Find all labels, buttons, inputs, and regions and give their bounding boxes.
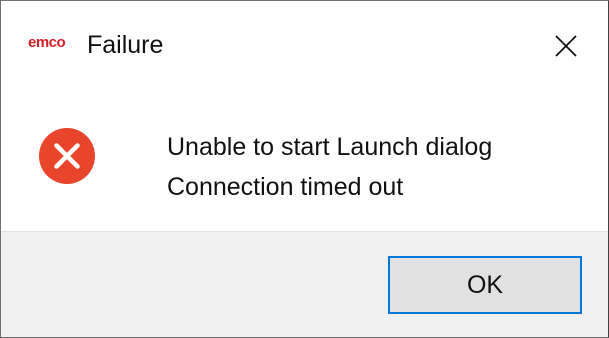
message-line-2: Connection timed out bbox=[167, 173, 404, 201]
message-line-1: Unable to start Launch dialog bbox=[167, 133, 493, 161]
dialog-title: Failure bbox=[87, 31, 164, 59]
error-message: Unable to start Launch dialog Connection… bbox=[167, 127, 492, 207]
emco-logo: emco bbox=[28, 34, 66, 51]
close-icon bbox=[555, 35, 577, 57]
failure-dialog: emco Failure Unable to start Launch dial… bbox=[0, 0, 609, 338]
ok-button[interactable]: OK bbox=[388, 256, 582, 314]
close-button[interactable] bbox=[541, 21, 591, 71]
error-icon bbox=[39, 128, 95, 184]
dialog-content: Unable to start Launch dialog Connection… bbox=[1, 97, 608, 231]
button-bar: OK bbox=[1, 231, 608, 337]
title-bar: emco Failure bbox=[1, 1, 608, 97]
